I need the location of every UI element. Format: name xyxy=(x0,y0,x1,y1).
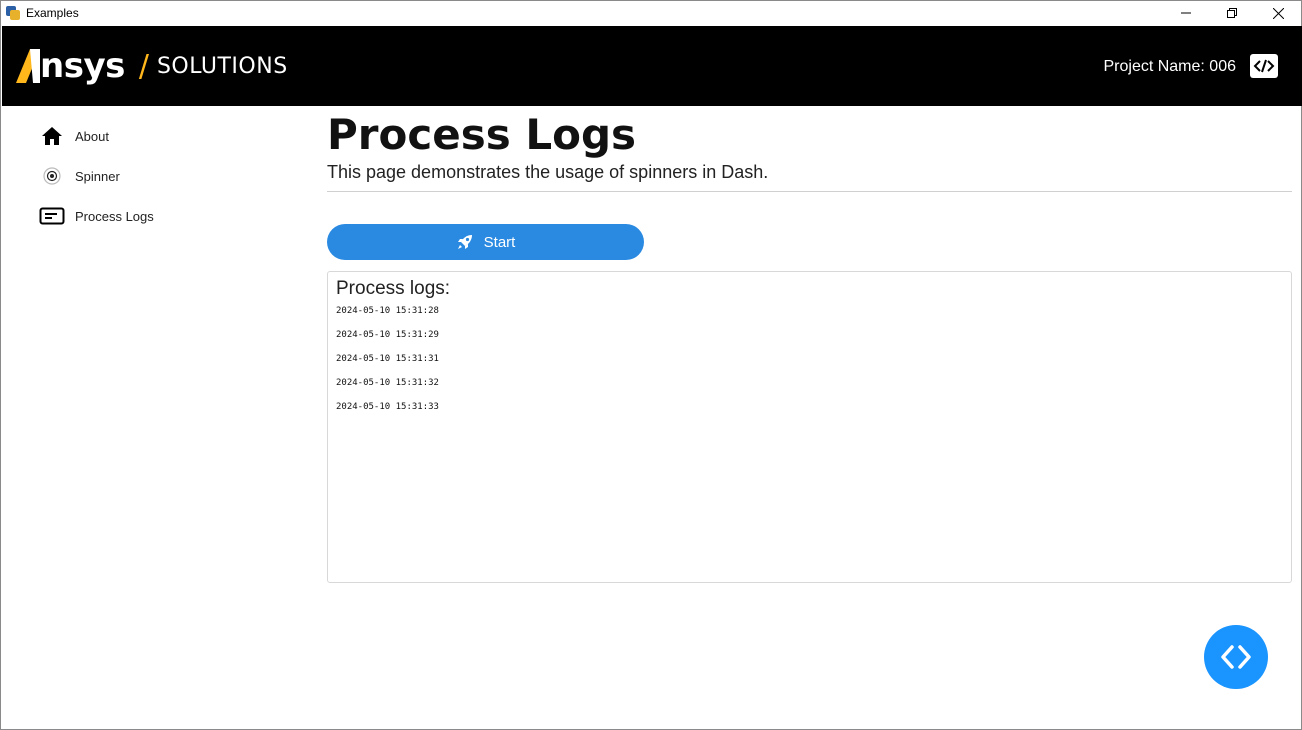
logs-icon xyxy=(37,204,67,228)
ansys-logo[interactable]: nsys / SOLUTIONS xyxy=(16,46,288,86)
start-button-label: Start xyxy=(483,233,516,251)
minimize-icon xyxy=(1181,12,1191,14)
restore-icon xyxy=(1227,8,1237,18)
logs-title: Process logs: xyxy=(336,278,451,299)
close-icon xyxy=(1272,7,1284,19)
app-header: nsys / SOLUTIONS Project Name: 006 xyxy=(2,26,1302,106)
ansys-logo-mark xyxy=(16,49,40,83)
sidebar-item-label: Process Logs xyxy=(75,208,154,224)
logo-text: nsys xyxy=(40,46,125,86)
window-controls xyxy=(1163,1,1301,25)
log-line: 2024-05-10 15:31:32 xyxy=(336,378,439,388)
home-icon xyxy=(37,124,67,148)
close-button[interactable] xyxy=(1255,1,1301,25)
code-icon xyxy=(1221,645,1251,669)
python-app-icon xyxy=(6,6,20,20)
code-icon xyxy=(1253,59,1275,73)
log-list: 2024-05-10 15:31:28 2024-05-10 15:31:29 … xyxy=(336,304,1283,424)
start-button[interactable]: Start xyxy=(327,224,644,260)
project-name: Project Name: 006 xyxy=(1103,58,1236,75)
sidebar-item-label: Spinner xyxy=(75,168,120,184)
title-bar: Examples xyxy=(1,1,1301,25)
sidebar-item-process-logs[interactable]: Process Logs xyxy=(37,196,287,236)
window-title: Examples xyxy=(26,6,79,20)
main-content: Process Logs This page demonstrates the … xyxy=(327,106,1292,583)
code-view-fab[interactable] xyxy=(1204,625,1268,689)
sidebar-item-about[interactable]: About xyxy=(37,116,287,156)
restore-button[interactable] xyxy=(1209,1,1255,25)
page-title: Process Logs xyxy=(327,110,637,159)
minimize-button[interactable] xyxy=(1163,1,1209,25)
app-window: Examples nsys / SOLUTIONS Project Name: … xyxy=(0,0,1302,730)
sidebar-item-label: About xyxy=(75,128,109,144)
logo-suffix: SOLUTIONS xyxy=(156,53,288,79)
process-logs-panel: Process logs: 2024-05-10 15:31:28 2024-0… xyxy=(327,271,1292,583)
logo-separator: / xyxy=(138,48,149,84)
sidebar: About Spinner Process Logs xyxy=(37,116,287,236)
log-line: 2024-05-10 15:31:33 xyxy=(336,402,439,412)
divider xyxy=(327,191,1292,192)
rocket-icon xyxy=(457,235,472,249)
source-code-button[interactable] xyxy=(1250,54,1278,78)
target-icon xyxy=(37,164,67,188)
log-line: 2024-05-10 15:31:29 xyxy=(336,330,439,340)
sidebar-item-spinner[interactable]: Spinner xyxy=(37,156,287,196)
log-line: 2024-05-10 15:31:31 xyxy=(336,354,439,364)
log-line: 2024-05-10 15:31:28 xyxy=(336,306,439,316)
page-subtitle: This page demonstrates the usage of spin… xyxy=(327,162,769,182)
